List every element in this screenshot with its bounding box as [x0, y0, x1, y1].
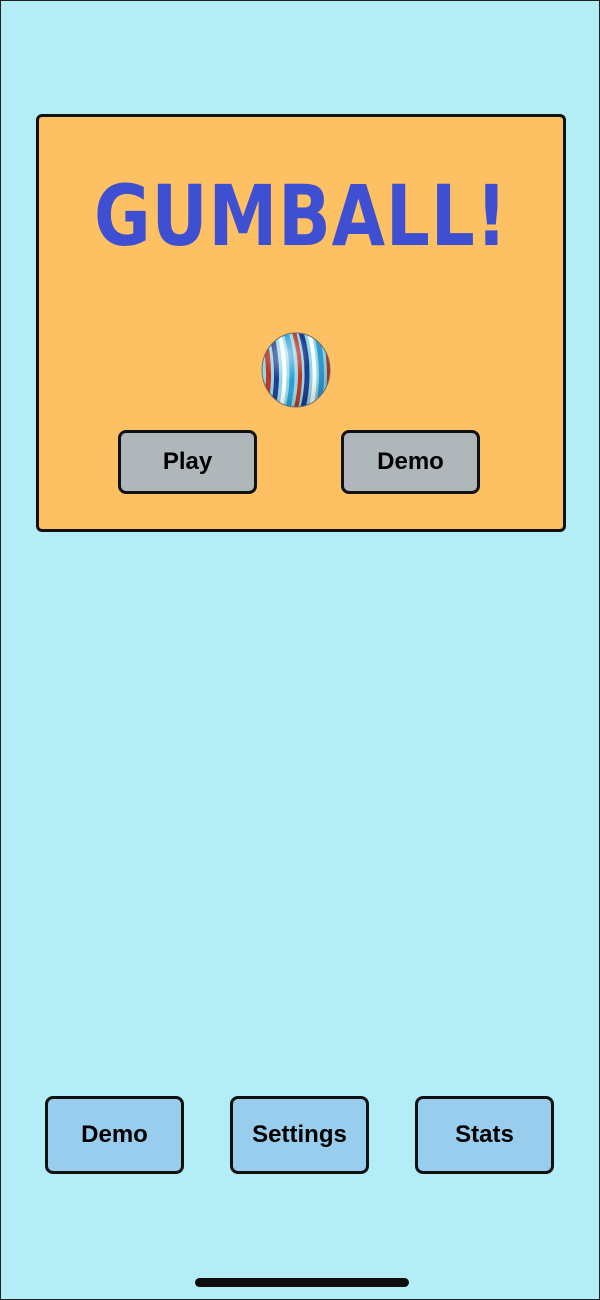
- home-indicator[interactable]: [195, 1278, 409, 1287]
- game-title-text: GUMBALL!: [94, 167, 508, 265]
- game-title: GUMBALL!: [39, 155, 563, 265]
- panel-demo-button[interactable]: Demo: [341, 430, 480, 494]
- settings-button[interactable]: Settings: [230, 1096, 369, 1174]
- striped-marble-icon: [261, 332, 331, 408]
- stats-button[interactable]: Stats: [415, 1096, 554, 1174]
- bottom-demo-button[interactable]: Demo: [45, 1096, 184, 1174]
- game-screen: GUMBALL! Play Demo Demo Settings Stats: [0, 0, 600, 1300]
- play-button[interactable]: Play: [118, 430, 257, 494]
- title-panel: GUMBALL! Play Demo: [36, 114, 566, 532]
